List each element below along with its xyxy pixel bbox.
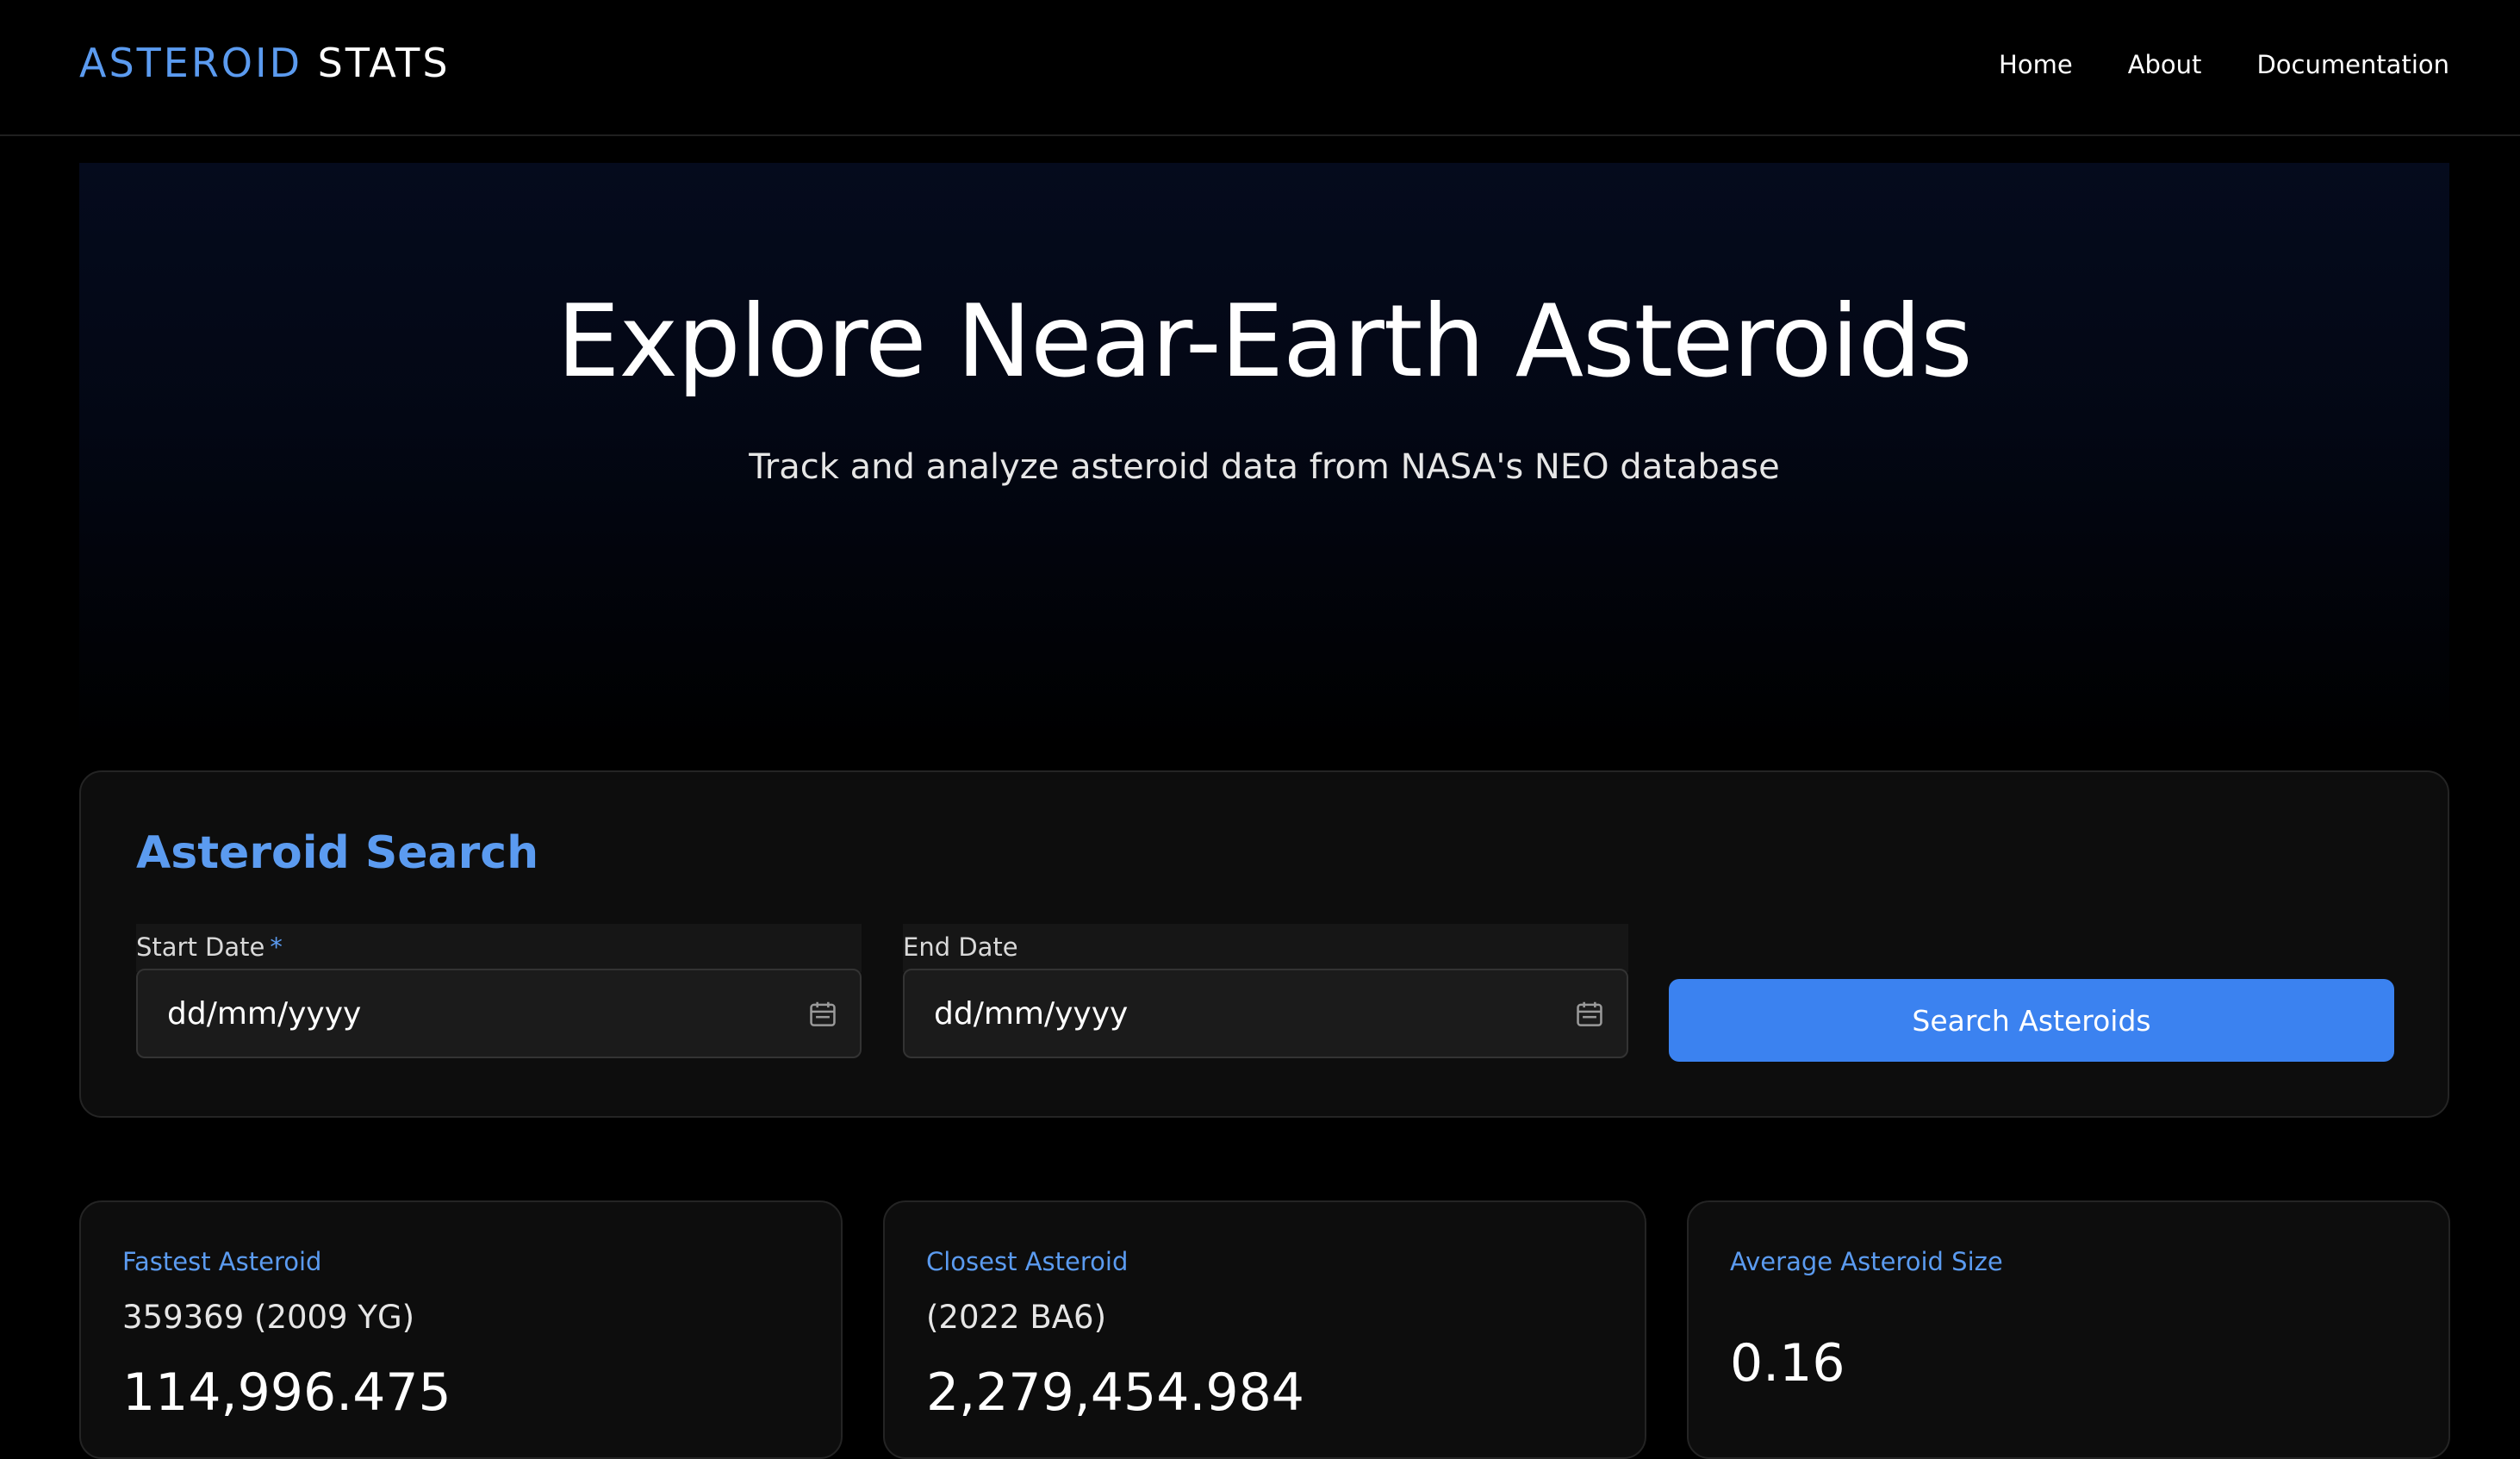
stat-asteroid-name: 359369 (2009 YG): [122, 1299, 415, 1336]
brand-rest-text: STATS: [317, 40, 451, 86]
nav-links: Home About Documentation: [1999, 50, 2449, 79]
search-card-title: Asteroid Search: [136, 827, 539, 879]
nav-link-documentation[interactable]: Documentation: [2256, 50, 2449, 79]
end-date-group: End Date dd/mm/yyyy: [903, 924, 1628, 1058]
start-date-group: Start Date * dd/mm/yyyy: [136, 924, 862, 1058]
end-date-label: End Date: [903, 932, 1018, 962]
start-date-label-text: Start Date: [136, 932, 265, 962]
required-marker: *: [270, 932, 283, 962]
brand-logo[interactable]: ASTEROID STATS: [79, 40, 451, 86]
stat-card-closest: Closest Asteroid (2022 BA6) 2,279,454.98…: [883, 1200, 1646, 1459]
calendar-icon[interactable]: [1573, 998, 1606, 1031]
brand-accent-text: ASTEROID: [79, 40, 302, 86]
top-navbar: ASTEROID STATS Home About Documentation: [0, 0, 2520, 136]
start-date-value: dd/mm/yyyy: [167, 996, 362, 1032]
start-date-label: Start Date *: [136, 932, 283, 962]
stat-card-fastest: Fastest Asteroid 359369 (2009 YG) 114,99…: [79, 1200, 843, 1459]
stat-value: 114,996.475: [122, 1362, 451, 1423]
end-date-input[interactable]: dd/mm/yyyy: [903, 969, 1628, 1058]
hero-title: Explore Near-Earth Asteroids: [557, 284, 1973, 400]
asteroid-search-card: Asteroid Search Start Date * dd/mm/yyyy E…: [79, 770, 2449, 1118]
hero-subtitle: Track and analyze asteroid data from NAS…: [749, 447, 1780, 487]
start-date-input[interactable]: dd/mm/yyyy: [136, 969, 862, 1058]
stat-label: Fastest Asteroid: [122, 1247, 322, 1276]
stat-asteroid-name: (2022 BA6): [926, 1299, 1107, 1336]
calendar-icon[interactable]: [806, 998, 839, 1031]
nav-link-home[interactable]: Home: [1999, 50, 2073, 79]
end-date-value: dd/mm/yyyy: [934, 996, 1129, 1032]
stat-card-average-size: Average Asteroid Size 0.16: [1687, 1200, 2450, 1459]
nav-link-about[interactable]: About: [2128, 50, 2202, 79]
stat-value: 2,279,454.984: [926, 1362, 1304, 1423]
search-asteroids-button[interactable]: Search Asteroids: [1669, 979, 2394, 1062]
hero-section: Explore Near-Earth Asteroids Track and a…: [79, 163, 2449, 749]
stat-value: 0.16: [1730, 1333, 1845, 1394]
stat-label: Closest Asteroid: [926, 1247, 1129, 1276]
stat-label: Average Asteroid Size: [1730, 1247, 2003, 1276]
